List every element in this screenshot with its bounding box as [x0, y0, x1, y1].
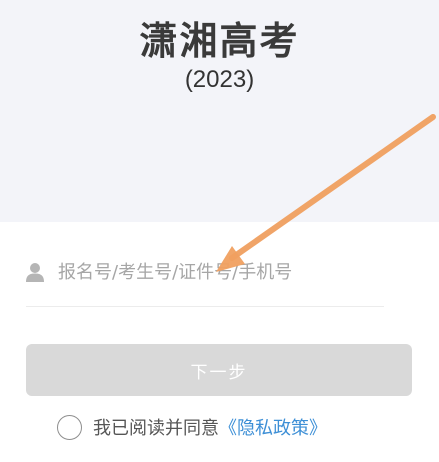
- login-form: 下一步 我已阅读并同意 《隐私政策》: [0, 222, 439, 462]
- field-divider: [26, 306, 384, 307]
- agree-checkbox[interactable]: [57, 414, 82, 440]
- app-title: 潇湘高考: [139, 18, 300, 63]
- app-year: (2023): [184, 66, 255, 93]
- next-button[interactable]: 下一步: [26, 344, 412, 396]
- agreement-row: 我已阅读并同意 《隐私政策》: [57, 412, 327, 442]
- user-icon: [26, 262, 44, 282]
- id-input[interactable]: [58, 261, 358, 283]
- agreement-text: 我已阅读并同意: [93, 418, 219, 439]
- privacy-policy-link[interactable]: 《隐私政策》: [219, 414, 327, 440]
- header: 潇湘高考 (2023): [0, 0, 439, 222]
- id-field[interactable]: [26, 252, 386, 292]
